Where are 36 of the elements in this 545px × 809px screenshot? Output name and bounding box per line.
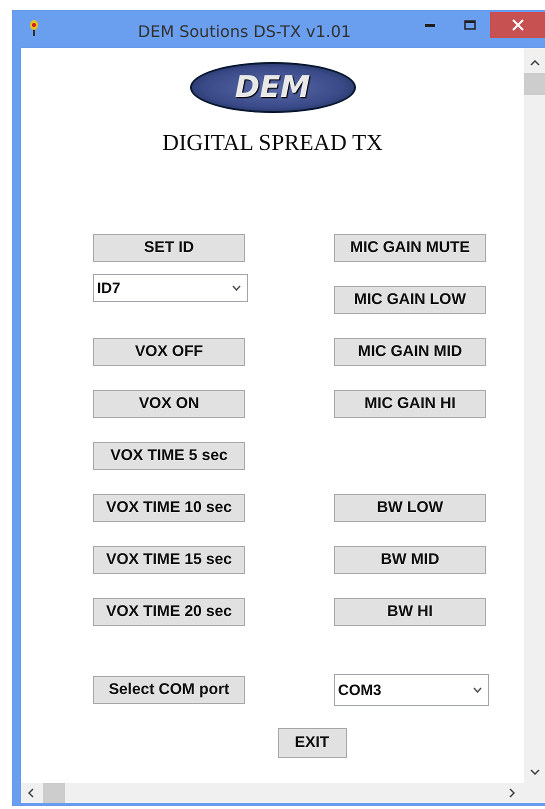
- close-icon: [512, 19, 524, 31]
- command-button[interactable]: MIC GAIN HI: [334, 390, 486, 418]
- com-port-dropdown[interactable]: COM3: [334, 674, 489, 706]
- command-button[interactable]: MIC GAIN LOW: [334, 286, 486, 314]
- chevron-up-icon: [530, 60, 540, 66]
- command-button[interactable]: MIC GAIN MUTE: [334, 234, 486, 262]
- command-button[interactable]: VOX ON: [93, 390, 245, 418]
- chevron-down-icon: [232, 285, 241, 291]
- select-com-port-button[interactable]: Select COM port: [93, 676, 245, 704]
- command-button[interactable]: VOX TIME 5 sec: [93, 442, 245, 470]
- logo-text: DEM: [234, 70, 310, 105]
- close-button[interactable]: [490, 12, 545, 38]
- command-button[interactable]: MIC GAIN MID: [334, 338, 486, 366]
- window-title: DEM Soutions DS-TX v1.01: [136, 21, 352, 41]
- heading: DIGITAL SPREAD TX: [161, 129, 384, 157]
- command-button[interactable]: VOX TIME 10 sec: [93, 494, 245, 522]
- command-button[interactable]: BW LOW: [334, 494, 486, 522]
- command-button[interactable]: BW HI: [334, 598, 486, 626]
- command-button[interactable]: SET ID: [93, 234, 245, 262]
- scroll-thumb[interactable]: [43, 783, 65, 803]
- torch-icon: [29, 19, 39, 37]
- command-button[interactable]: VOX TIME 20 sec: [93, 598, 245, 626]
- chevron-down-icon: [530, 769, 540, 775]
- vertical-scrollbar[interactable]: [524, 48, 545, 783]
- chevron-down-icon: [473, 687, 482, 693]
- chevron-left-icon: [28, 788, 34, 798]
- horizontal-scrollbar[interactable]: [21, 783, 545, 803]
- command-button[interactable]: BW MID: [334, 546, 486, 574]
- maximize-icon: [464, 20, 476, 30]
- exit-button[interactable]: EXIT: [278, 728, 346, 758]
- minimize-icon: [425, 24, 435, 26]
- id-dropdown[interactable]: ID7: [93, 274, 248, 302]
- command-button[interactable]: VOX OFF: [93, 338, 245, 366]
- chevron-right-icon: [509, 788, 515, 798]
- scroll-thumb[interactable]: [524, 73, 545, 95]
- command-button[interactable]: VOX TIME 15 sec: [93, 546, 245, 574]
